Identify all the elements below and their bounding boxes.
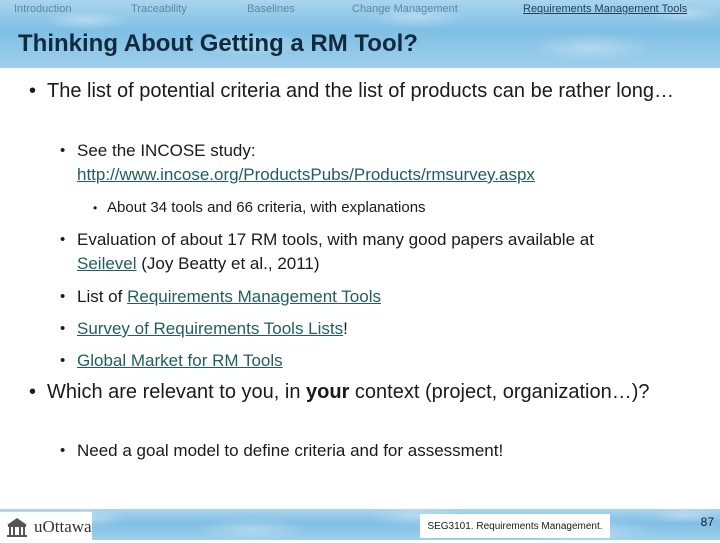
slide-content: • The list of potential criteria and the… (0, 0, 720, 540)
bullet-dot: • (60, 231, 66, 248)
bullet-incose: • See the INCOSE study: http://www.incos… (60, 139, 697, 187)
bullet-criteria-text: The list of potential criteria and the l… (47, 80, 675, 102)
incose-prefix: See the INCOSE study: (77, 141, 256, 160)
footer-course: SEG3101. Requirements Management. (420, 514, 610, 538)
nav-baselines[interactable]: Baselines (247, 3, 295, 19)
bullet-list-rm-tools: • List of Requirements Management Tools (60, 285, 697, 309)
uottawa-building-icon (6, 516, 28, 538)
bullet-dot: • (60, 320, 66, 337)
bullet-dot: • (60, 442, 66, 459)
relevance-bold: your (306, 381, 350, 403)
bullet-survey: • Survey of Requirements Tools Lists! (60, 317, 697, 341)
nav-introduction[interactable]: Introduction (14, 3, 71, 19)
eval-prefix: Evaluation of about 17 RM tools, with ma… (77, 230, 594, 249)
bullet-relevance: • Which are relevant to you, in your con… (29, 379, 687, 405)
global-market-link[interactable]: Global Market for RM Tools (77, 351, 283, 370)
goal-model-text: Need a goal model to define criteria and… (77, 441, 504, 460)
list-prefix: List of (77, 287, 128, 306)
bullet-criteria-list: • The list of potential criteria and the… (29, 78, 687, 104)
seilevel-link[interactable]: Seilevel (77, 254, 137, 273)
incose-sub-text: About 34 tools and 66 criteria, with exp… (107, 199, 426, 216)
bullet-incose-sub: • About 34 tools and 66 criteria, with e… (93, 198, 687, 218)
bullet-dot: • (60, 142, 66, 159)
footer-water-banner (0, 509, 720, 540)
relevance-after: context (project, organization…)? (349, 381, 650, 403)
rm-tools-list-link[interactable]: Requirements Management Tools (127, 287, 381, 306)
bullet-dot: • (29, 381, 37, 403)
survey-link[interactable]: Survey of Requirements Tools Lists (77, 319, 343, 338)
bullet-dot: • (60, 352, 66, 369)
incose-link[interactable]: http://www.incose.org/ProductsPubs/Produ… (77, 165, 535, 184)
nav-requirements-management-tools[interactable]: Requirements Management Tools (523, 3, 687, 19)
nav-traceability[interactable]: Traceability (131, 3, 187, 19)
slide-title: Thinking About Getting a RM Tool? (18, 30, 418, 57)
bullet-dot: • (60, 288, 66, 305)
bullet-goal-model: • Need a goal model to define criteria a… (60, 439, 697, 463)
page-number: 87 (700, 515, 714, 529)
uottawa-logo: uOttawa (0, 511, 92, 541)
bullet-dot: • (93, 201, 98, 215)
relevance-before: Which are relevant to you, in (47, 381, 307, 403)
survey-suffix: ! (343, 319, 348, 338)
bullet-evaluation: • Evaluation of about 17 RM tools, with … (60, 228, 697, 276)
bullet-dot: • (29, 80, 37, 102)
nav-change-management[interactable]: Change Management (352, 3, 458, 19)
bullet-global-market: • Global Market for RM Tools (60, 349, 697, 373)
eval-suffix: (Joy Beatty et al., 2011) (136, 254, 320, 273)
logo-text: uOttawa (34, 516, 92, 536)
